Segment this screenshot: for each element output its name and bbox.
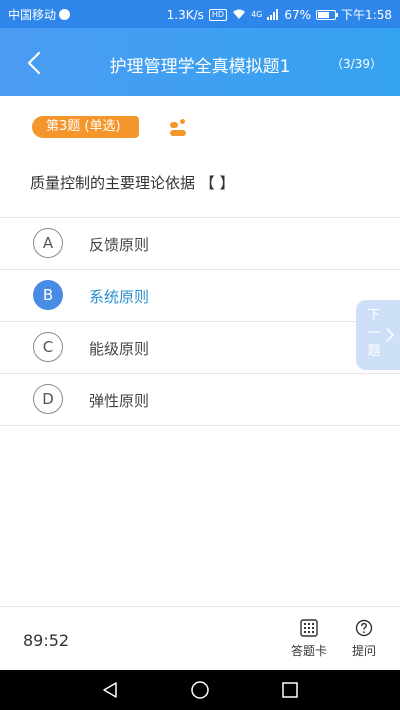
option-c[interactable]: C 能级原则 [0,322,400,374]
network-speed: 1.3K/s [166,7,204,22]
next-question-button[interactable]: 下 一 题 [356,300,400,370]
tag-decoration [170,130,186,136]
option-d[interactable]: D 弹性原则 [0,374,400,426]
question-mark-icon [355,619,373,637]
clock: 下午1:58 [341,8,392,22]
question-type-tag: 第3题 (单选) [32,116,139,138]
header: 护理管理学全真模拟题1 （3/39） [0,28,400,96]
grid-icon [300,619,318,637]
next-question-label: 下 一 题 [367,308,381,359]
ask-question-button[interactable]: 提问 [339,619,389,659]
tag-decoration [180,119,185,124]
system-nav-bar [0,670,400,710]
nav-recents-icon[interactable] [280,680,300,700]
bottom-bar: 89:52 答题卡 提问 [0,606,400,671]
answer-card-button[interactable]: 答题卡 [284,619,334,659]
option-letter-badge-selected: B [33,280,63,310]
chevron-right-icon [386,328,395,342]
battery-icon [316,9,339,20]
option-text-selected: 系统原则 [89,288,150,306]
signal-icon [267,9,279,20]
option-letter-badge: D [33,384,63,414]
status-bar: 中国移动 1.3K/s HD 4G 67% 下午1:58 [0,0,400,28]
option-text: 反馈原则 [89,236,150,254]
wifi-icon [233,9,246,19]
nav-home-icon[interactable] [190,680,210,700]
nav-back-icon[interactable] [100,680,120,700]
option-letter-badge: A [33,228,63,258]
question-progress: （3/39） [331,57,382,71]
ask-label: 提问 [351,644,376,658]
options-list: A 反馈原则 B 系统原则 C 能级原则 D 弹性原则 [0,217,400,426]
carrier-icon [59,9,71,20]
option-a[interactable]: A 反馈原则 [0,218,400,270]
network-type: 4G [251,10,263,19]
option-text: 能级原则 [89,340,150,358]
hd-icon: HD [208,8,228,21]
option-text: 弹性原则 [89,392,150,410]
answer-card-label: 答题卡 [290,644,327,658]
option-letter-badge: C [33,332,63,362]
option-b[interactable]: B 系统原则 [0,270,400,322]
carrier-label: 中国移动 [8,8,57,22]
battery-percent: 67% [284,7,312,22]
question-text: 质量控制的主要理论依据 【 】 [30,174,235,192]
countdown-timer: 89:52 [23,631,70,650]
tag-decoration [170,122,178,128]
